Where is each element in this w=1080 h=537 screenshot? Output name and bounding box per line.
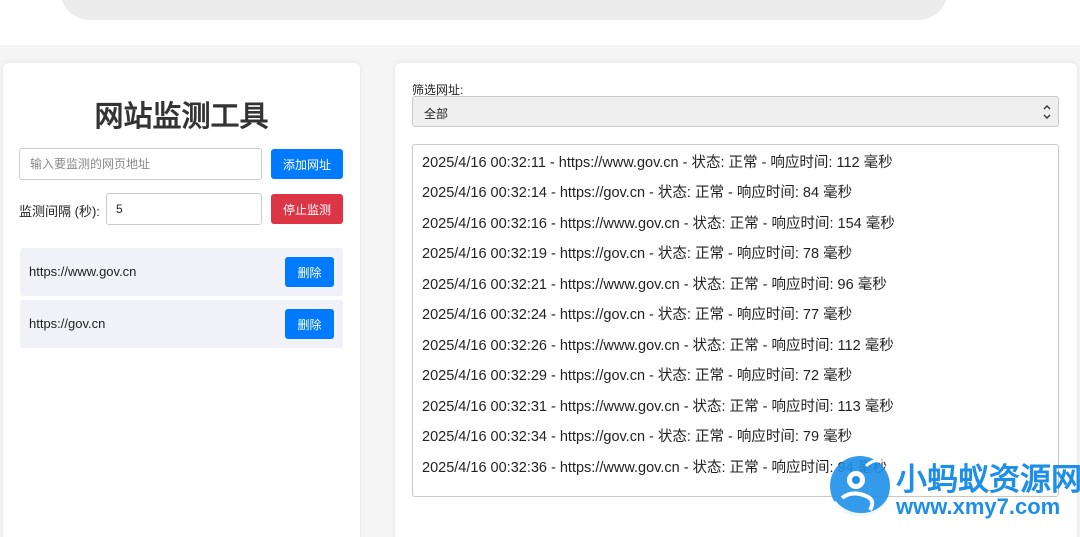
url-input[interactable] [19,148,262,180]
stop-monitor-button[interactable]: 停止监测 [271,194,343,224]
log-entry: 2025/4/16 00:32:21 - https://www.gov.cn … [422,277,887,293]
log-entry: 2025/4/16 00:32:16 - https://www.gov.cn … [422,216,895,232]
site-list-item: https://www.gov.cn 删除 [20,248,343,296]
site-url: https://gov.cn [29,316,106,331]
interval-input[interactable] [106,193,262,225]
add-url-button[interactable]: 添加网址 [271,149,343,179]
log-list[interactable]: 2025/4/16 00:32:11 - https://www.gov.cn … [412,144,1059,497]
log-entry: 2025/4/16 00:32:29 - https://gov.cn - 状态… [422,368,853,384]
watermark-url: www.xmy7.com [896,494,1061,519]
log-entry: 2025/4/16 00:32:31 - https://www.gov.cn … [422,399,894,415]
ant-logo-icon [830,456,892,517]
filter-selected-value: 全部 [424,107,449,121]
site-url: https://www.gov.cn [29,264,137,279]
interval-label: 监测间隔 (秒): [19,204,100,219]
log-entry: 2025/4/16 00:32:11 - https://www.gov.cn … [422,155,893,171]
watermark-title: 小蚂蚁资源网 [896,462,1080,497]
sidebar-panel: 网站监测工具 添加网址 监测间隔 (秒): 停止监测 https://www.g… [3,63,360,537]
top-bar [0,0,1080,45]
log-entry: 2025/4/16 00:32:19 - https://gov.cn - 状态… [422,246,853,262]
log-entry: 2025/4/16 00:32:14 - https://gov.cn - 状态… [422,185,853,201]
site-list-item: https://gov.cn 删除 [20,300,343,348]
log-entry: 2025/4/16 00:32:24 - https://gov.cn - 状态… [422,307,853,323]
log-entry: 2025/4/16 00:32:36 - https://www.gov.cn … [422,460,887,476]
chevron-down-icon [1043,105,1051,119]
page-title: 网站监测工具 [94,101,269,133]
watermark: 小蚂蚁资源网 www.xmy7.com [826,450,1080,522]
top-search-pill[interactable] [60,0,948,20]
log-entry: 2025/4/16 00:32:26 - https://www.gov.cn … [422,338,894,354]
delete-site-button[interactable]: 删除 [285,257,334,287]
log-entry: 2025/4/16 00:32:34 - https://gov.cn - 状态… [422,429,853,445]
filter-select[interactable]: 全部 [412,96,1059,127]
delete-site-button[interactable]: 删除 [285,309,334,339]
